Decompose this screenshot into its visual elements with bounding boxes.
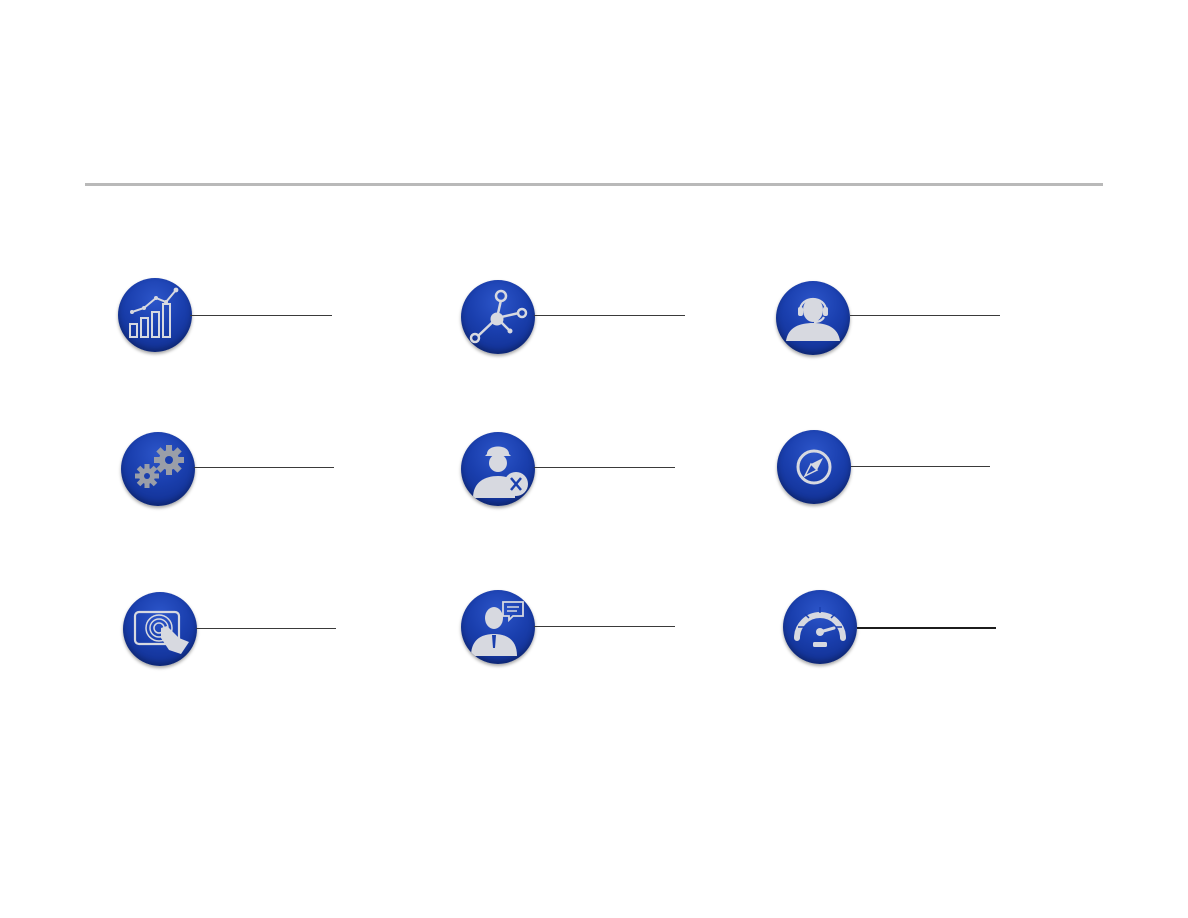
consultant-speech-icon	[461, 590, 535, 664]
leader-line-9	[857, 627, 996, 629]
leader-line-8	[534, 626, 675, 627]
leader-line-5	[534, 467, 675, 468]
compass-icon	[777, 430, 851, 504]
leader-line-4	[194, 467, 334, 468]
header-divider	[85, 183, 1103, 186]
leader-line-6	[851, 466, 990, 467]
gears-icon	[121, 432, 195, 506]
leader-line-1	[190, 315, 332, 316]
touch-tablet-icon	[123, 592, 197, 666]
speedometer-icon	[783, 590, 857, 664]
leader-line-2	[534, 315, 685, 316]
bar-chart-trend-icon	[118, 278, 192, 352]
leader-line-3	[850, 315, 1000, 316]
engineer-with-tools-icon	[461, 432, 535, 506]
leader-line-7	[196, 628, 336, 629]
headset-support-agent-icon	[776, 281, 850, 355]
network-nodes-icon	[461, 280, 535, 354]
